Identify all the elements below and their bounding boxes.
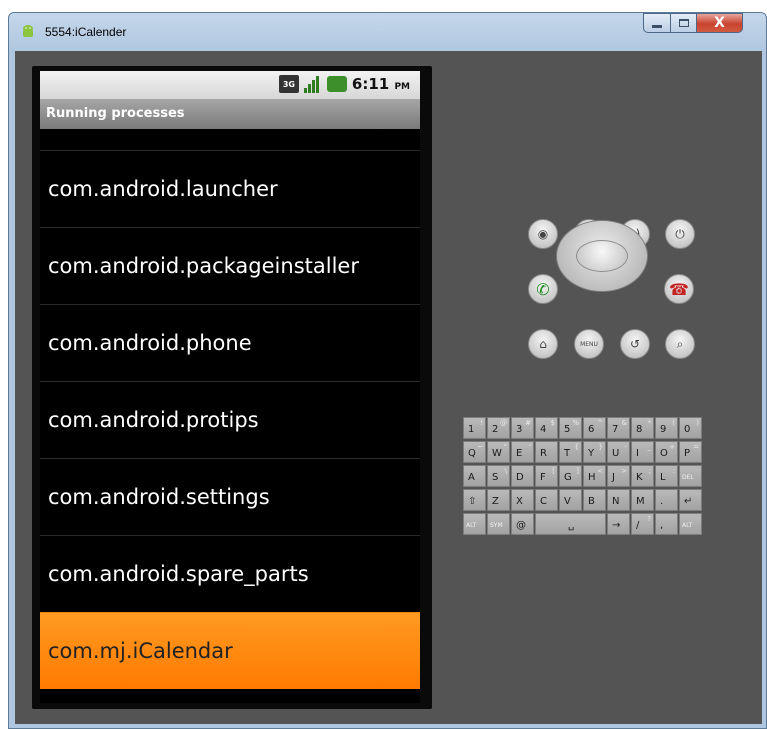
enter-icon: ↵	[684, 496, 693, 507]
device-screen: 3G 6:11 PM Running processes com.android…	[40, 71, 420, 703]
key-2[interactable]: 2 @	[487, 417, 510, 439]
key-q[interactable]: Q ~	[463, 441, 486, 463]
key-4[interactable]: 4 $	[535, 417, 558, 439]
maximize-button[interactable]	[670, 13, 697, 33]
shift-icon: ⇧	[468, 496, 477, 507]
key-period[interactable]: .	[655, 489, 678, 511]
network-3g-icon: 3G	[278, 75, 299, 93]
app-title: Running processes	[46, 106, 185, 121]
key-n[interactable]: N	[607, 489, 630, 511]
device-frame: 3G 6:11 PM Running processes com.android…	[32, 66, 432, 709]
home-button[interactable]: ⌂	[528, 329, 558, 359]
key-w[interactable]: W "	[487, 441, 510, 463]
key-alt-right[interactable]: ALT	[679, 513, 702, 535]
process-list: com.android.launcher com.android.package…	[40, 129, 420, 689]
key-l[interactable]: L:	[655, 465, 678, 487]
key-z[interactable]: Z	[487, 489, 510, 511]
menu-button[interactable]: MENU	[574, 329, 604, 359]
key-6[interactable]: 6 ^	[583, 417, 606, 439]
status-bar: 3G 6:11 PM	[40, 71, 420, 99]
key-space[interactable]: ␣	[535, 513, 606, 535]
menu-button-label: MENU	[580, 340, 598, 348]
key-0[interactable]: 0)	[679, 417, 702, 439]
search-button[interactable]: ⌕	[665, 329, 695, 359]
power-icon: ⏻	[675, 226, 685, 241]
end-call-icon: ☎	[669, 279, 689, 299]
minimize-button[interactable]	[643, 13, 671, 33]
list-item-selected[interactable]: com.mj.iCalendar	[40, 612, 420, 689]
key-a[interactable]: A	[463, 465, 486, 487]
list-item[interactable]: com.android.protips	[40, 381, 420, 458]
back-icon: ↺	[629, 337, 641, 351]
camera-icon: ◉	[537, 227, 549, 241]
android-icon	[23, 25, 33, 37]
key-f[interactable]: F[	[535, 465, 558, 487]
key-5[interactable]: 5%	[559, 417, 582, 439]
camera-button[interactable]: ◉	[528, 219, 558, 249]
emulator-window: 5554:iCalender X 3G 6:11 PM Running proc…	[8, 12, 767, 729]
key-8[interactable]: 8 *	[631, 417, 654, 439]
minimize-icon	[652, 24, 662, 28]
key-m[interactable]: M	[631, 489, 654, 511]
key-v[interactable]: V	[559, 489, 582, 511]
emulator-client-area: 3G 6:11 PM Running processes com.android…	[15, 51, 762, 724]
list-item[interactable]: com.android.phone	[40, 304, 420, 381]
home-icon: ⌂	[539, 337, 547, 351]
key-g[interactable]: G]	[559, 465, 582, 487]
window-title: 5554:iCalender	[45, 25, 127, 39]
tab-icon: →	[612, 520, 621, 531]
key-1[interactable]: 1!	[463, 417, 486, 439]
key-7[interactable]: 7 &	[607, 417, 630, 439]
app-title-bar: Running processes	[40, 99, 420, 129]
list-item[interactable]: com.android.launcher	[40, 150, 420, 227]
key-3[interactable]: 3 #	[511, 417, 534, 439]
list-item[interactable]: com.android.spare_parts	[40, 535, 420, 612]
key-slash[interactable]: /?	[631, 513, 654, 535]
list-item-partial[interactable]	[40, 129, 420, 150]
key-t[interactable]: T{	[559, 441, 582, 463]
key-sym[interactable]: SYM	[487, 513, 510, 535]
key-d[interactable]: D	[511, 465, 534, 487]
key-b[interactable]: B	[583, 489, 606, 511]
key-x[interactable]: X	[511, 489, 534, 511]
call-icon: ✆	[536, 279, 550, 299]
signal-icon	[303, 75, 322, 93]
key-h[interactable]: H <	[583, 465, 606, 487]
key-shift[interactable]: ⇧	[463, 489, 486, 511]
search-icon: ⌕	[676, 336, 684, 351]
key-r[interactable]: R	[535, 441, 558, 463]
dpad[interactable]	[556, 220, 648, 292]
key-enter[interactable]: ↵	[679, 489, 702, 511]
key-i[interactable]: I _	[631, 441, 654, 463]
key-s[interactable]: S \	[487, 465, 510, 487]
key-k[interactable]: K;	[631, 465, 654, 487]
close-button[interactable]: X	[696, 13, 743, 33]
key-e[interactable]: E '	[511, 441, 534, 463]
space-icon: ␣	[568, 520, 575, 531]
key-at[interactable]: @	[511, 513, 534, 535]
call-button[interactable]: ✆	[528, 274, 558, 304]
status-time: 6:11 PM	[351, 75, 410, 93]
battery-icon	[326, 76, 347, 92]
key-j[interactable]: J >	[607, 465, 630, 487]
key-tab[interactable]: →	[607, 513, 630, 535]
key-u[interactable]: U-	[607, 441, 630, 463]
dpad-center-button[interactable]	[576, 240, 628, 272]
key-9[interactable]: 9(	[655, 417, 678, 439]
key-c[interactable]: C	[535, 489, 558, 511]
list-item[interactable]: com.android.packageinstaller	[40, 227, 420, 304]
power-button[interactable]: ⏻	[665, 219, 695, 249]
key-p[interactable]: P =	[679, 441, 702, 463]
end-call-button[interactable]: ☎	[664, 274, 694, 304]
key-comma[interactable]: ,	[655, 513, 678, 535]
window-titlebar[interactable]: 5554:iCalender X	[9, 13, 766, 51]
maximize-icon	[678, 19, 689, 27]
back-button[interactable]: ↺	[620, 329, 650, 359]
key-del[interactable]: DEL	[679, 465, 702, 487]
key-alt-left[interactable]: ALT	[463, 513, 486, 535]
key-o[interactable]: O +	[655, 441, 678, 463]
key-y[interactable]: Y}	[583, 441, 606, 463]
list-item[interactable]: com.android.settings	[40, 458, 420, 535]
